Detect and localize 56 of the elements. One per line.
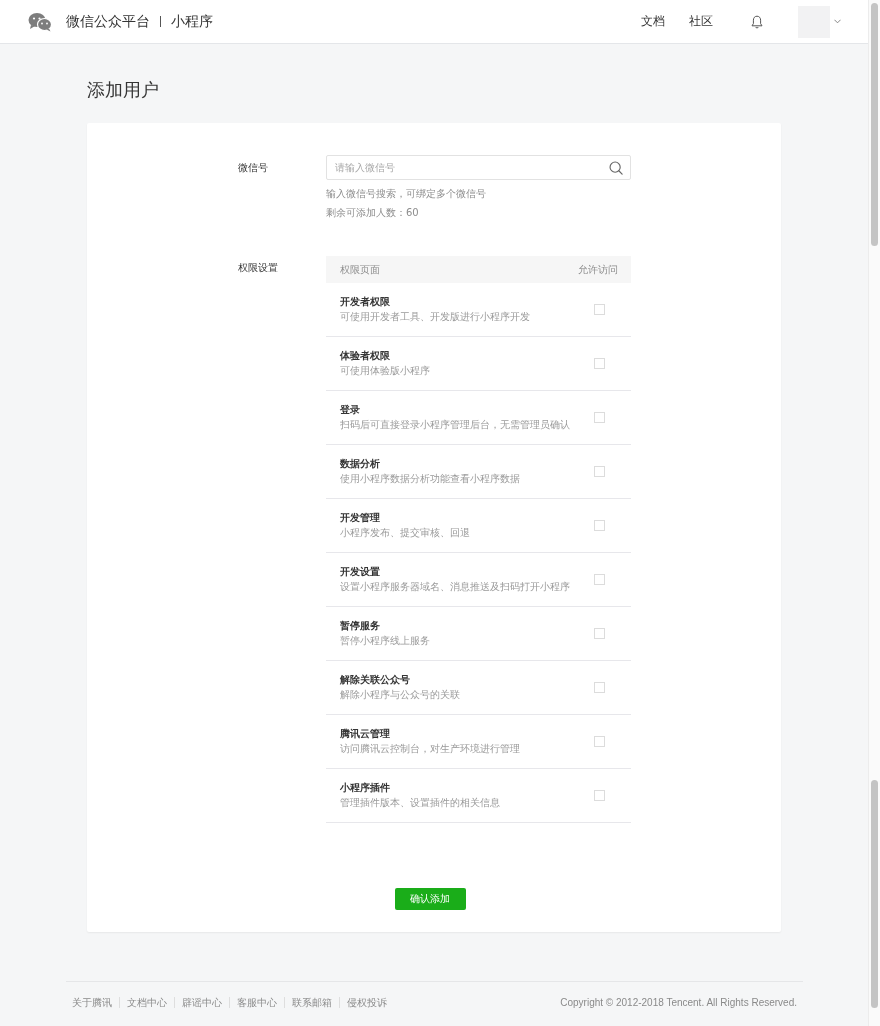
- permission-title: 体验者权限: [340, 349, 391, 363]
- footer-link[interactable]: 侵权投诉: [339, 997, 394, 1008]
- hint-text: 输入微信号搜索，可绑定多个微信号: [326, 187, 487, 201]
- caret-icon[interactable]: [834, 19, 841, 24]
- checkbox[interactable]: [594, 790, 605, 801]
- checkbox[interactable]: [594, 358, 605, 369]
- permission-title: 数据分析: [340, 457, 381, 471]
- checkbox[interactable]: [594, 412, 605, 423]
- scrollbar-thumb[interactable]: [871, 780, 878, 1008]
- checkbox[interactable]: [594, 628, 605, 639]
- footer-link[interactable]: 文档中心: [119, 997, 174, 1008]
- search-field[interactable]: 请输入微信号: [326, 155, 631, 180]
- column-header: 权限页面: [340, 262, 380, 277]
- permission-title: 登录: [340, 403, 361, 417]
- permission-description: 可使用体验版小程序: [340, 364, 431, 378]
- search-icon[interactable]: [609, 160, 623, 175]
- permission-description: 小程序发布、提交审核、回退: [340, 526, 471, 540]
- platform-title[interactable]: 微信公众平台: [66, 12, 150, 31]
- copyright-text: Copyright © 2012-2018 Tencent. All Rights Reserved.: [560, 997, 797, 1008]
- permission-description: 解除小程序与公众号的关联: [340, 688, 461, 702]
- permission-description: 管理插件版本、设置插件的相关信息: [340, 796, 501, 810]
- footer-link[interactable]: 关于腾讯: [72, 997, 119, 1008]
- permission-title: 小程序插件: [340, 781, 391, 795]
- column-header: 允许访问: [578, 262, 618, 277]
- permission-title: 腾讯云管理: [340, 727, 391, 741]
- permission-title: 开发设置: [340, 565, 381, 579]
- checkbox[interactable]: [594, 304, 605, 315]
- chat-bubbles-icon: [28, 11, 52, 32]
- product-title[interactable]: 小程序: [171, 12, 213, 31]
- footer-link[interactable]: 辟谣中心: [174, 997, 229, 1008]
- permission-description: 暂停小程序线上服务: [340, 634, 431, 648]
- nav-link[interactable]: 社区: [689, 14, 713, 29]
- nav-link[interactable]: 文档: [641, 14, 665, 29]
- permission-title: 开发管理: [340, 511, 381, 525]
- footer-link[interactable]: 联系邮箱: [284, 997, 339, 1008]
- field-label: 权限设置: [238, 261, 279, 275]
- checkbox[interactable]: [594, 574, 605, 585]
- hint-text: 剩余可添加人数：60: [326, 206, 420, 220]
- permission-description: 扫码后可直接登录小程序管理后台，无需管理员确认: [340, 418, 571, 432]
- permission-description: 可使用开发者工具、开发版进行小程序开发: [340, 310, 531, 324]
- field-label: 微信号: [238, 161, 269, 175]
- checkbox[interactable]: [594, 736, 605, 747]
- permission-description: 访问腾讯云控制台，对生产环境进行管理: [340, 742, 521, 756]
- bell-icon[interactable]: [751, 14, 763, 29]
- footer-link[interactable]: 客服中心: [229, 997, 284, 1008]
- page-title: 添加用户: [87, 78, 160, 102]
- scrollbar-thumb[interactable]: [871, 3, 878, 246]
- checkbox[interactable]: [594, 466, 605, 477]
- permission-title: 暂停服务: [340, 619, 381, 633]
- checkbox[interactable]: [594, 520, 605, 531]
- permission-title: 解除关联公众号: [340, 673, 411, 687]
- permission-description: 设置小程序服务器域名、消息推送及扫码打开小程序: [340, 580, 571, 594]
- confirm-add-button[interactable]: 确认添加: [394, 888, 466, 910]
- permission-description: 使用小程序数据分析功能查看小程序数据: [340, 472, 521, 486]
- permission-title: 开发者权限: [340, 295, 391, 309]
- checkbox[interactable]: [594, 682, 605, 693]
